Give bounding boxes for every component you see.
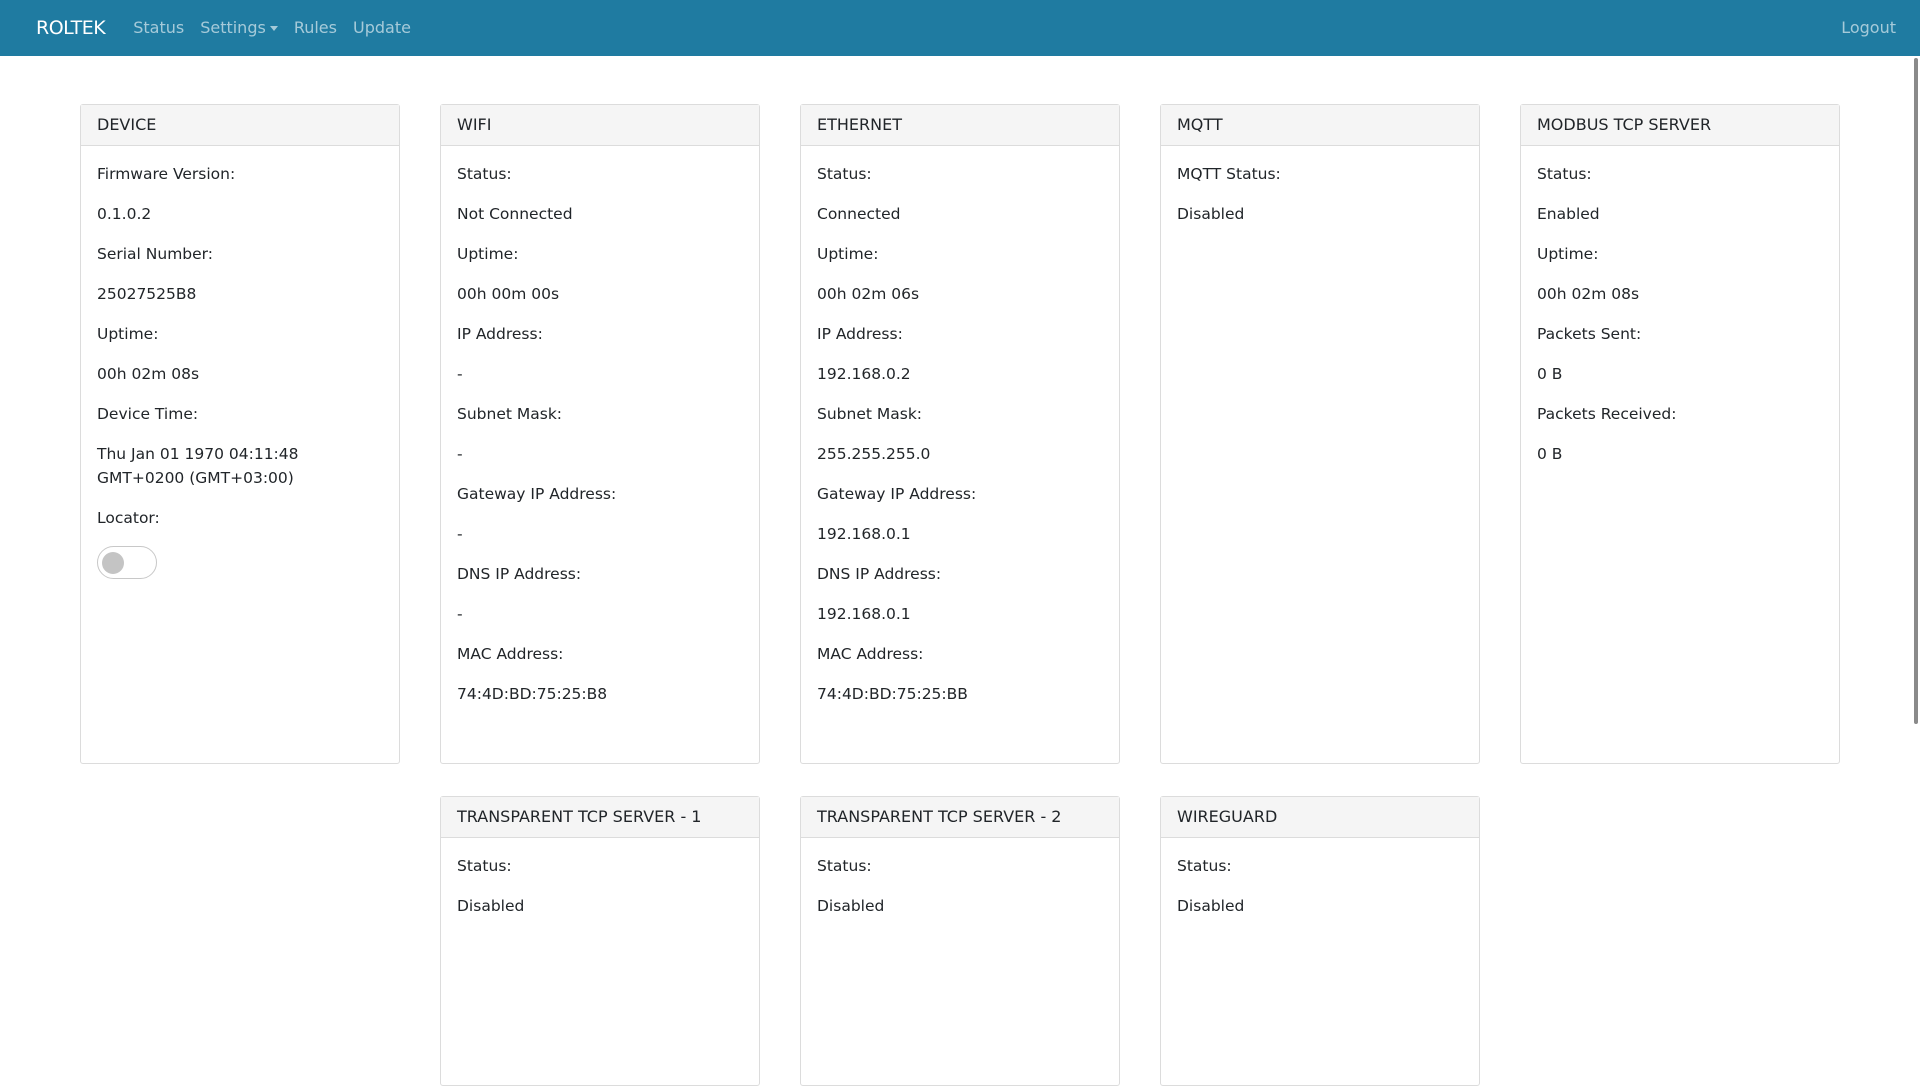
nav-rules-label: Rules bbox=[293, 18, 337, 37]
wifi-ip-label: IP Address: bbox=[457, 325, 543, 343]
wifi-subnet-label: Subnet Mask: bbox=[457, 405, 563, 423]
device-card: DEVICE Firmware Version: 0.1.0.2 Serial … bbox=[80, 104, 400, 764]
chevron-down-icon bbox=[269, 25, 278, 31]
nav-status[interactable]: Status bbox=[125, 0, 192, 56]
mqtt-card-title: MQTT bbox=[1161, 105, 1479, 146]
nav-settings-label: Settings bbox=[200, 18, 266, 37]
mqtt-status-label: MQTT Status: bbox=[1177, 165, 1281, 183]
brand[interactable]: ROLTEK bbox=[12, 17, 106, 39]
mqtt-card: MQTT MQTT Status: Disabled bbox=[1160, 104, 1480, 764]
eth-mac-value: 74:4D:BD:75:25:BB bbox=[817, 685, 968, 703]
wifi-status-value: Not Connected bbox=[457, 205, 573, 223]
wifi-gateway-value: - bbox=[457, 525, 463, 543]
device-time-label: Device Time: bbox=[97, 405, 199, 423]
wifi-dns-label: DNS IP Address: bbox=[457, 565, 582, 583]
nav-settings-dropdown[interactable]: Settings bbox=[192, 0, 286, 56]
device-time-value: Thu Jan 01 1970 04:11:48 GMT+0200 (GMT+0… bbox=[97, 445, 299, 487]
wireguard-status-label: Status: bbox=[1177, 857, 1232, 875]
modbus-status-value: Enabled bbox=[1537, 205, 1600, 223]
modbus-received-label: Packets Received: bbox=[1537, 405, 1677, 423]
eth-uptime-label: Uptime: bbox=[817, 245, 879, 263]
mqtt-status-value: Disabled bbox=[1177, 205, 1245, 223]
locator-toggle[interactable] bbox=[97, 546, 157, 579]
modbus-status-label: Status: bbox=[1537, 165, 1592, 183]
eth-status-label: Status: bbox=[817, 165, 872, 183]
eth-ip-label: IP Address: bbox=[817, 325, 903, 343]
wireguard-status-value: Disabled bbox=[1177, 897, 1245, 915]
wifi-subnet-value: - bbox=[457, 445, 463, 463]
modbus-sent-label: Packets Sent: bbox=[1537, 325, 1642, 343]
wifi-uptime-value: 00h 00m 00s bbox=[457, 285, 560, 303]
wifi-card-title: WIFI bbox=[441, 105, 759, 146]
scrollbar-thumb[interactable] bbox=[1914, 58, 1918, 724]
tcp-server-2-title: TRANSPARENT TCP SERVER - 2 bbox=[801, 797, 1119, 838]
wifi-uptime-label: Uptime: bbox=[457, 245, 519, 263]
eth-gateway-label: Gateway IP Address: bbox=[817, 485, 977, 503]
wifi-mac-label: MAC Address: bbox=[457, 645, 564, 663]
ethernet-card-title: ETHERNET bbox=[801, 105, 1119, 146]
nav-rules[interactable]: Rules bbox=[286, 0, 345, 56]
wifi-gateway-label: Gateway IP Address: bbox=[457, 485, 617, 503]
serial-value: 25027525B8 bbox=[97, 285, 197, 303]
logout-link[interactable]: Logout bbox=[1841, 0, 1896, 56]
modbus-uptime-label: Uptime: bbox=[1537, 245, 1599, 263]
tcp2-status-value: Disabled bbox=[817, 897, 885, 915]
tcp-server-2-card: TRANSPARENT TCP SERVER - 2 Status: Disab… bbox=[800, 796, 1120, 1086]
brand-name: ROLTEK bbox=[36, 17, 106, 39]
wireguard-card: WIREGUARD Status: Disabled bbox=[1160, 796, 1480, 1086]
tcp2-status-label: Status: bbox=[817, 857, 872, 875]
firmware-value: 0.1.0.2 bbox=[97, 205, 152, 223]
tcp-server-1-title: TRANSPARENT TCP SERVER - 1 bbox=[441, 797, 759, 838]
wifi-dns-value: - bbox=[457, 605, 463, 623]
eth-ip-value: 192.168.0.2 bbox=[817, 365, 911, 383]
toggle-knob bbox=[102, 552, 124, 574]
nav-update[interactable]: Update bbox=[345, 0, 419, 56]
wifi-status-label: Status: bbox=[457, 165, 512, 183]
roltek-logo-icon bbox=[13, 18, 33, 38]
modbus-card: MODBUS TCP SERVER Status: Enabled Uptime… bbox=[1520, 104, 1840, 764]
eth-subnet-value: 255.255.255.0 bbox=[817, 445, 931, 463]
device-uptime-label: Uptime: bbox=[97, 325, 159, 343]
device-uptime-value: 00h 02m 08s bbox=[97, 365, 200, 383]
tcp1-status-value: Disabled bbox=[457, 897, 525, 915]
eth-status-value: Connected bbox=[817, 205, 901, 223]
wifi-mac-value: 74:4D:BD:75:25:B8 bbox=[457, 685, 608, 703]
eth-dns-value: 192.168.0.1 bbox=[817, 605, 911, 623]
eth-subnet-label: Subnet Mask: bbox=[817, 405, 923, 423]
device-card-title: DEVICE bbox=[81, 105, 399, 146]
modbus-uptime-value: 00h 02m 08s bbox=[1537, 285, 1640, 303]
modbus-received-value: 0 B bbox=[1537, 445, 1563, 463]
ethernet-card: ETHERNET Status: Connected Uptime: 00h 0… bbox=[800, 104, 1120, 764]
nav-update-label: Update bbox=[352, 18, 411, 37]
wifi-card: WIFI Status: Not Connected Uptime: 00h 0… bbox=[440, 104, 760, 764]
tcp1-status-label: Status: bbox=[457, 857, 512, 875]
eth-gateway-value: 192.168.0.1 bbox=[817, 525, 911, 543]
wifi-ip-value: - bbox=[457, 365, 463, 383]
nav-status-label: Status bbox=[133, 18, 185, 37]
eth-mac-label: MAC Address: bbox=[817, 645, 924, 663]
modbus-card-title: MODBUS TCP SERVER bbox=[1521, 105, 1839, 146]
modbus-sent-value: 0 B bbox=[1537, 365, 1563, 383]
top-navbar: ROLTEK Status Settings Rules Update Logo… bbox=[0, 0, 1920, 56]
eth-uptime-value: 00h 02m 06s bbox=[817, 285, 920, 303]
eth-dns-label: DNS IP Address: bbox=[817, 565, 942, 583]
locator-label: Locator: bbox=[97, 509, 160, 527]
firmware-label: Firmware Version: bbox=[97, 165, 236, 183]
serial-label: Serial Number: bbox=[97, 245, 214, 263]
wireguard-card-title: WIREGUARD bbox=[1161, 797, 1479, 838]
tcp-server-1-card: TRANSPARENT TCP SERVER - 1 Status: Disab… bbox=[440, 796, 760, 1086]
